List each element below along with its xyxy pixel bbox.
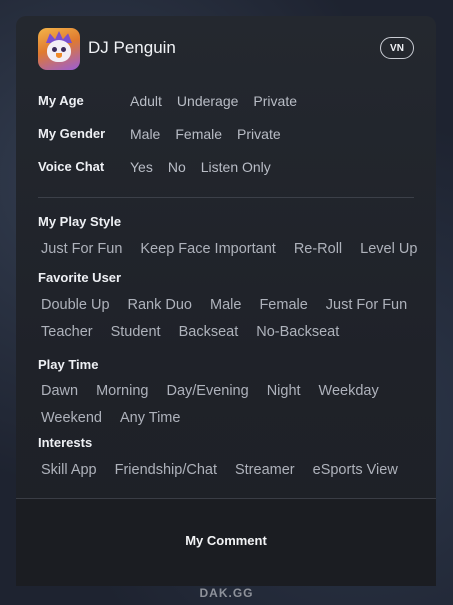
tag-just-for-fun[interactable]: Just For Fun [326,295,407,315]
play-time-label: Play Time [38,357,99,372]
tag-dawn[interactable]: Dawn [41,381,78,401]
tag-female[interactable]: Female [259,295,307,315]
card-header: DJ Penguin VN [38,28,414,70]
gender-label: My Gender [38,126,106,141]
tag-level-up[interactable]: Level Up [360,239,417,259]
penguin-app-icon [38,28,80,70]
voice-label: Voice Chat [38,159,105,174]
gender-option-female[interactable]: Female [175,124,231,144]
tag-keep-face-important[interactable]: Keep Face Important [140,239,275,259]
age-option-underage[interactable]: Underage [177,91,248,111]
voice-option-no[interactable]: No [168,157,195,177]
play-time-tags-row2: Weekend Any Time [38,408,414,428]
tag-night[interactable]: Night [267,381,301,401]
tag-streamer[interactable]: Streamer [235,460,295,480]
my-comment-button[interactable]: My Comment [16,533,436,548]
tag-double-up[interactable]: Double Up [41,295,110,315]
comment-footer: My Comment [16,498,436,586]
profile-card: DJ Penguin VN My Age Adult Underage Priv… [16,16,436,586]
tag-male[interactable]: Male [210,295,241,315]
tag-any-time[interactable]: Any Time [120,408,180,428]
age-option-private[interactable]: Private [253,91,306,111]
tag-no-backseat[interactable]: No-Backseat [256,322,339,342]
voice-row: Voice Chat Yes No Listen Only [38,157,414,177]
gender-option-male[interactable]: Male [130,124,169,144]
gender-row: My Gender Male Female Private [38,124,414,144]
play-style-tags: Just For Fun Keep Face Important Re-Roll… [38,239,417,259]
tag-teacher[interactable]: Teacher [41,322,93,342]
tag-student[interactable]: Student [111,322,161,342]
tag-weekend[interactable]: Weekend [41,408,102,428]
tag-re-roll[interactable]: Re-Roll [294,239,342,259]
voice-option-listen-only[interactable]: Listen Only [201,157,280,177]
tag-esports-view[interactable]: eSports View [313,460,398,480]
interests-tags: Skill App Friendship/Chat Streamer eSpor… [38,460,414,480]
interests-label: Interests [38,435,93,450]
play-time-tags-row1: Dawn Morning Day/Evening Night Weekday [38,381,414,401]
tag-friendship-chat[interactable]: Friendship/Chat [115,460,217,480]
favorite-user-label: Favorite User [38,270,122,285]
age-label: My Age [38,93,84,108]
divider [38,197,414,198]
tag-backseat[interactable]: Backseat [179,322,239,342]
profile-name: DJ Penguin [88,38,176,57]
play-style-label: My Play Style [38,214,122,229]
favorite-user-tags-row1: Double Up Rank Duo Male Female Just For … [38,295,414,315]
tag-day-evening[interactable]: Day/Evening [166,381,248,401]
tag-weekday[interactable]: Weekday [319,381,379,401]
voice-option-yes[interactable]: Yes [130,157,162,177]
tag-rank-duo[interactable]: Rank Duo [128,295,192,315]
tag-skill-app[interactable]: Skill App [41,460,97,480]
gender-option-private[interactable]: Private [237,124,290,144]
tag-morning[interactable]: Morning [96,381,148,401]
watermark: DAK.GG [199,586,254,600]
age-row: My Age Adult Underage Private [38,91,414,111]
tag-just-for-fun[interactable]: Just For Fun [41,239,122,259]
favorite-user-tags-row2: Teacher Student Backseat No-Backseat [38,322,414,342]
age-option-adult[interactable]: Adult [130,91,171,111]
region-badge: VN [380,37,414,59]
